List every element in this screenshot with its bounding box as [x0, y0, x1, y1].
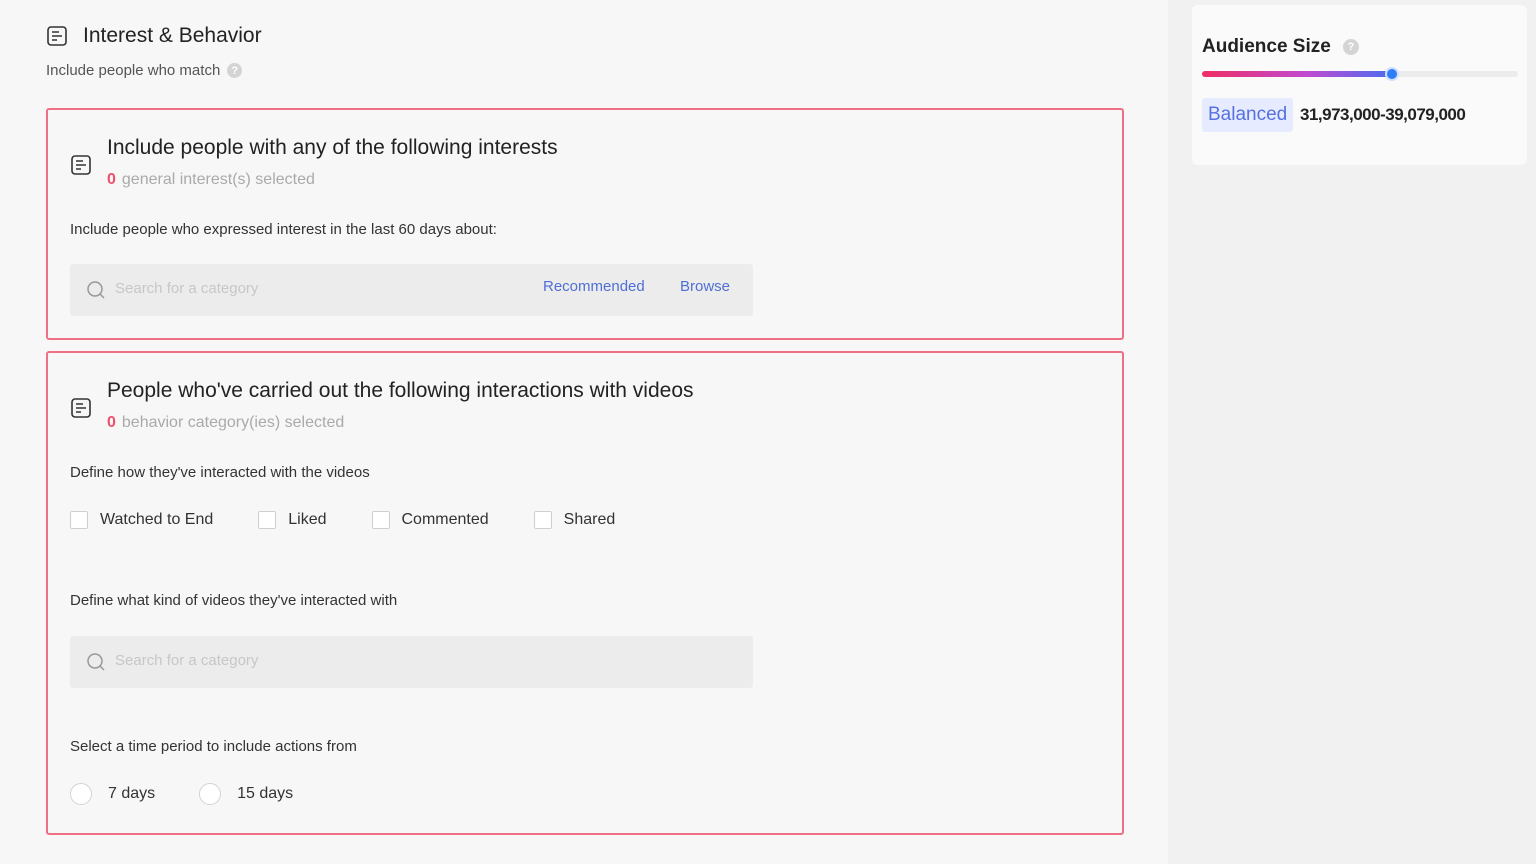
- audience-slider-handle[interactable]: [1384, 67, 1399, 81]
- section-subtitle: Include people who match: [46, 62, 221, 79]
- checkbox-label: Commented: [401, 511, 489, 528]
- checkbox-liked[interactable]: Liked: [258, 511, 327, 529]
- behaviors-icon: [71, 398, 91, 418]
- search-icon: [87, 281, 105, 299]
- radio-7-days[interactable]: 7 days: [70, 783, 155, 805]
- audience-range: 31,973,000-39,079,000: [1300, 105, 1466, 124]
- time-period-radios: 7 days 15 days: [70, 783, 293, 805]
- radio-label: 15 days: [237, 785, 294, 802]
- behaviors-count-text: behavior category(ies) selected: [121, 414, 345, 431]
- checkbox-label: Watched to End: [100, 511, 214, 528]
- checkbox-shared[interactable]: Shared: [533, 511, 616, 529]
- help-icon[interactable]: ?: [1342, 39, 1359, 55]
- behaviors-search-input[interactable]: Search for a category: [70, 636, 753, 688]
- checkbox-box[interactable]: [258, 511, 277, 529]
- radio-circle[interactable]: [70, 783, 92, 805]
- audience-title: Audience Size: [1202, 36, 1331, 57]
- checkbox-watched-to-end[interactable]: Watched to End: [70, 511, 213, 529]
- audience-slider[interactable]: [1202, 67, 1518, 81]
- recommended-link[interactable]: Recommended: [543, 278, 645, 295]
- behaviors-search-placeholder: Search for a category: [115, 652, 259, 669]
- time-period-label: Select a time period to include actions …: [70, 738, 357, 755]
- checkbox-commented[interactable]: Commented: [371, 511, 489, 529]
- interaction-checkboxes: Watched to End Liked Commented Shared: [70, 511, 615, 529]
- behaviors-card: People who've carried out the following …: [46, 351, 1124, 835]
- checkbox-box[interactable]: [371, 511, 390, 529]
- section-subtitle-row: Include people who match ?: [46, 62, 243, 79]
- search-icon: [87, 653, 105, 671]
- audience-size-card: Audience Size ? Balanced 31,973,000-39,0…: [1192, 5, 1527, 165]
- behaviors-title: People who've carried out the following …: [107, 379, 694, 402]
- checkbox-label: Shared: [563, 511, 616, 528]
- help-icon[interactable]: ?: [227, 63, 243, 78]
- behaviors-count-number: 0: [107, 414, 116, 431]
- audience-title-row: Audience Size ?: [1202, 36, 1359, 58]
- video-kind-label: Define what kind of videos they've inter…: [70, 592, 398, 609]
- audience-level-badge: Balanced: [1202, 98, 1294, 132]
- interests-icon: [71, 155, 91, 175]
- browse-link[interactable]: Browse: [680, 278, 730, 295]
- radio-circle[interactable]: [199, 783, 222, 805]
- checkbox-label: Liked: [288, 511, 327, 528]
- checkbox-box[interactable]: [533, 511, 552, 529]
- interaction-label: Define how they've interacted with the v…: [70, 464, 370, 481]
- behaviors-count: 0 behavior category(ies) selected: [107, 414, 344, 432]
- interests-count: 0 general interest(s) selected: [107, 171, 315, 189]
- interests-count-number: 0: [107, 171, 116, 188]
- main-panel: Interest & Behavior Include people who m…: [0, 0, 1168, 864]
- section-title: Interest & Behavior: [83, 24, 262, 47]
- radio-15-days[interactable]: 15 days: [199, 783, 293, 805]
- interests-count-text: general interest(s) selected: [121, 171, 315, 188]
- section-header: Interest & Behavior: [46, 24, 262, 48]
- interests-search-placeholder: Search for a category: [115, 280, 259, 297]
- checkbox-box[interactable]: [70, 511, 88, 529]
- interests-card: Include people with any of the following…: [46, 108, 1124, 340]
- interests-search-input[interactable]: Search for a category Recommended Browse: [70, 264, 753, 316]
- radio-label: 7 days: [108, 785, 156, 802]
- audience-slider-fill: [1202, 71, 1392, 77]
- interests-label: Include people who expressed interest in…: [70, 221, 497, 238]
- interests-title: Include people with any of the following…: [107, 136, 558, 159]
- interest-behavior-icon: [47, 26, 67, 46]
